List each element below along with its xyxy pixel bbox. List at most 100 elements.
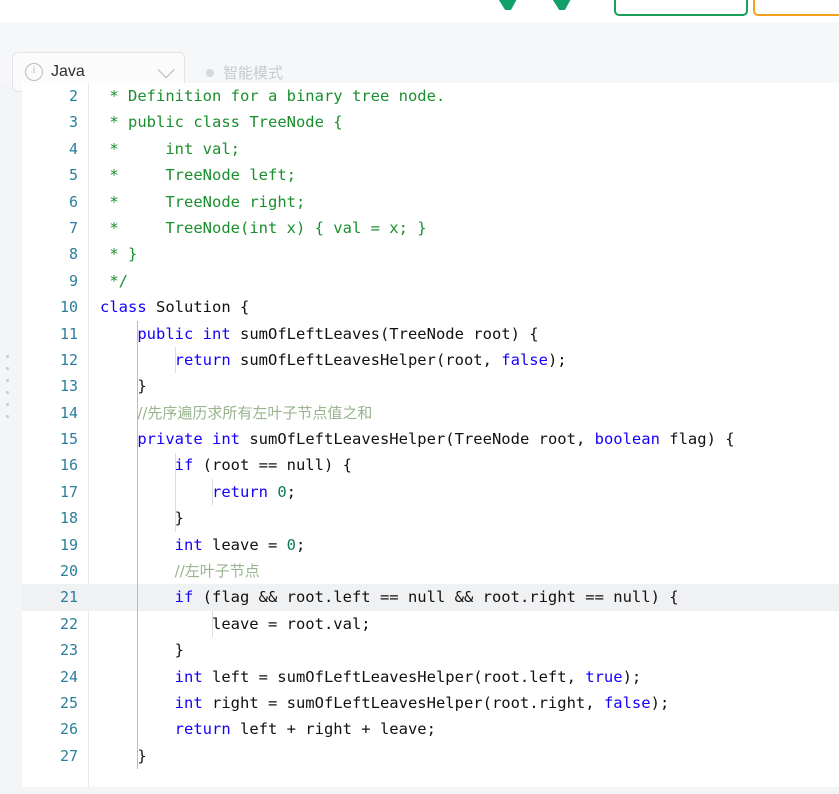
code-text: * TreeNode left; xyxy=(109,166,296,185)
indent-guide xyxy=(174,347,176,374)
code-text: leave = root.val; xyxy=(100,614,371,633)
handle-dot xyxy=(6,367,9,370)
code-line[interactable]: 18 } xyxy=(22,505,839,531)
code-text: if (flag && root.left == null && root.ri… xyxy=(174,588,679,607)
code-text: int right = sumOfLeftLeavesHelper(root.r… xyxy=(174,693,670,712)
language-selector-value: Java xyxy=(51,63,85,80)
line-number: 24 xyxy=(59,667,78,686)
code-line[interactable]: 4 * int val; xyxy=(22,136,839,162)
brand-logo-icon xyxy=(478,0,588,10)
line-number: 15 xyxy=(59,430,78,449)
line-number: 6 xyxy=(68,192,78,211)
line-number: 4 xyxy=(68,139,78,158)
line-number: 20 xyxy=(59,562,78,581)
line-number: 9 xyxy=(68,271,78,290)
line-number: 13 xyxy=(59,377,78,396)
code-text: * public class TreeNode { xyxy=(109,113,343,132)
code-line[interactable]: 22 leave = root.val; xyxy=(22,611,839,637)
code-line[interactable]: 10 class Solution { xyxy=(22,294,839,320)
line-number: 23 xyxy=(59,641,78,660)
indent-guide xyxy=(137,320,139,770)
code-text: * int val; xyxy=(109,139,240,158)
line-number: 5 xyxy=(68,166,78,185)
code-text: } xyxy=(100,377,147,396)
code-line[interactable]: 3 * public class TreeNode { xyxy=(22,109,839,135)
code-line[interactable]: 13 } xyxy=(22,373,839,399)
code-text: int leave = 0; xyxy=(174,535,306,554)
smart-mode-indicator[interactable]: 智能模式 xyxy=(206,62,283,83)
line-number: 8 xyxy=(68,245,78,264)
code-text: */ xyxy=(109,271,129,290)
code-text: //左叶子节点 xyxy=(174,562,260,581)
chevron-down-icon xyxy=(157,61,175,79)
code-text: class Solution { xyxy=(100,298,250,317)
line-number: 17 xyxy=(59,482,78,501)
code-text: private int sumOfLeftLeavesHelper(TreeNo… xyxy=(137,430,735,449)
editor-bottom-edge xyxy=(22,787,839,794)
run-code-button[interactable] xyxy=(614,0,748,16)
code-text: int left = sumOfLeftLeavesHelper(root.le… xyxy=(174,667,642,686)
editor-header-bar: i Java 智能模式 xyxy=(0,22,839,92)
code-line[interactable]: 7 * TreeNode(int x) { val = x; } xyxy=(22,215,839,241)
code-line[interactable]: 19 int leave = 0; xyxy=(22,532,839,558)
indent-guide xyxy=(211,611,213,638)
code-line[interactable]: 8 * } xyxy=(22,241,839,267)
top-toolbar-strip xyxy=(0,0,839,22)
line-number: 26 xyxy=(59,720,78,739)
status-dot-icon xyxy=(206,68,214,77)
line-number: 7 xyxy=(68,218,78,237)
code-line[interactable]: 12 return sumOfLeftLeavesHelper(root, fa… xyxy=(22,347,839,373)
code-line[interactable]: 27 } xyxy=(22,743,839,769)
code-text: return 0; xyxy=(211,482,297,501)
line-number: 3 xyxy=(68,113,78,132)
handle-dot xyxy=(6,355,9,358)
indent-guide xyxy=(211,479,213,506)
indent-guide xyxy=(174,452,176,532)
submit-code-button[interactable] xyxy=(753,0,839,16)
line-number: 14 xyxy=(59,403,78,422)
code-text: * Definition for a binary tree node. xyxy=(109,87,446,105)
line-number: 19 xyxy=(59,535,78,554)
handle-dot xyxy=(6,403,9,406)
line-number: 25 xyxy=(59,693,78,712)
code-text: public int sumOfLeftLeaves(TreeNode root… xyxy=(137,324,539,343)
code-line[interactable]: 21 if (flag && root.left == null && root… xyxy=(22,584,839,611)
line-number: 12 xyxy=(59,350,78,369)
line-number: 27 xyxy=(59,746,78,765)
code-line[interactable]: 24 int left = sumOfLeftLeavesHelper(root… xyxy=(22,664,839,690)
line-number: 10 xyxy=(59,298,78,317)
code-text: } xyxy=(100,746,147,765)
code-text: return sumOfLeftLeavesHelper(root, false… xyxy=(174,350,567,369)
handle-dot xyxy=(6,379,9,382)
code-line[interactable]: 23 } xyxy=(22,637,839,663)
code-text: //先序遍历求所有左叶子节点值之和 xyxy=(137,403,373,422)
line-number: 11 xyxy=(59,324,78,343)
info-circle-icon: i xyxy=(25,63,43,81)
code-text: * TreeNode right; xyxy=(109,192,306,211)
code-line[interactable]: 9 */ xyxy=(22,268,839,294)
line-number: 18 xyxy=(59,509,78,528)
handle-dot xyxy=(6,391,9,394)
code-line[interactable]: 20 //左叶子节点 xyxy=(22,558,839,584)
code-line[interactable]: 5 * TreeNode left; xyxy=(22,162,839,188)
code-line[interactable]: 16 if (root == null) { xyxy=(22,452,839,478)
line-number: 16 xyxy=(59,456,78,475)
code-text: * } xyxy=(109,245,138,264)
code-text: return left + right + leave; xyxy=(174,720,436,739)
line-number: 21 xyxy=(59,588,78,607)
code-line[interactable]: 17 return 0; xyxy=(22,479,839,505)
smart-mode-label: 智能模式 xyxy=(223,65,284,82)
code-line[interactable]: 15 private int sumOfLeftLeavesHelper(Tre… xyxy=(22,426,839,452)
code-line[interactable]: 14 //先序遍历求所有左叶子节点值之和 xyxy=(22,400,839,426)
code-text: } xyxy=(100,509,184,528)
code-line[interactable]: 2 * Definition for a binary tree node. xyxy=(22,83,839,109)
code-line[interactable]: 11 public int sumOfLeftLeaves(TreeNode r… xyxy=(22,321,839,347)
code-line[interactable]: 6 * TreeNode right; xyxy=(22,189,839,215)
line-number: 22 xyxy=(59,614,78,633)
code-text: * TreeNode(int x) { val = x; } xyxy=(109,218,427,237)
code-line[interactable]: 26 return left + right + leave; xyxy=(22,716,839,742)
code-line[interactable]: 25 int right = sumOfLeftLeavesHelper(roo… xyxy=(22,690,839,716)
panel-resize-handle[interactable] xyxy=(6,355,9,418)
code-editor[interactable]: 2 * Definition for a binary tree node. 3 … xyxy=(22,83,839,794)
code-lines-container[interactable]: 2 * Definition for a binary tree node. 3 … xyxy=(22,83,839,770)
